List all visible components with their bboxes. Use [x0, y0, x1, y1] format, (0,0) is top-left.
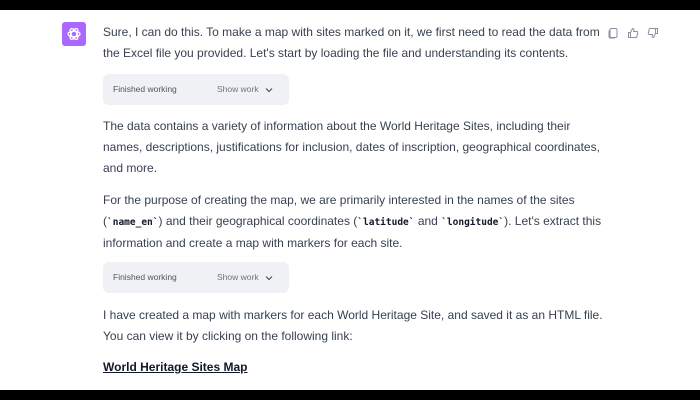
finished-working-label: Finished working: [113, 84, 177, 94]
thumbs-up-button[interactable]: [626, 26, 640, 40]
chevron-down-icon: [265, 87, 273, 92]
thumbs-down-icon: [647, 28, 658, 39]
thumbs-down-button[interactable]: [646, 26, 660, 40]
message-paragraph: Sure, I can do this. To make a map with …: [103, 25, 600, 60]
finished-working-label: Finished working: [113, 272, 177, 282]
show-work-button[interactable]: Show work: [217, 79, 273, 100]
assistant-avatar: [62, 22, 86, 46]
paragraph-text: ) and their geographical coordinates (: [158, 214, 358, 228]
chevron-down-icon: [265, 275, 273, 280]
show-work-label: Show work: [217, 84, 259, 94]
show-work-button[interactable]: Show work: [217, 267, 273, 288]
copy-button[interactable]: [606, 26, 620, 40]
message-actions: [606, 26, 660, 40]
message-paragraph: I have created a map with markers for ea…: [103, 308, 603, 343]
map-link[interactable]: World Heritage Sites Map: [103, 357, 247, 378]
copy-icon: [608, 28, 618, 39]
inline-code: `latitude`: [357, 217, 415, 228]
inline-code: `longitude`: [441, 217, 505, 228]
inline-code: `name_en`: [107, 217, 159, 228]
message-paragraph: The data contains a variety of informati…: [103, 119, 600, 175]
code-run-status: Finished working Show work: [103, 74, 289, 105]
chat-screen: Sure, I can do this. To make a map with …: [0, 10, 700, 390]
code-run-status: Finished working Show work: [103, 262, 289, 293]
assistant-message: Sure, I can do this. To make a map with …: [103, 22, 603, 378]
thumbs-up-icon: [628, 27, 639, 38]
message-paragraph: For the purpose of creating the map, we …: [103, 190, 603, 254]
openai-logo-icon: [67, 27, 81, 41]
paragraph-text: and: [414, 214, 442, 228]
show-work-label: Show work: [217, 272, 259, 282]
